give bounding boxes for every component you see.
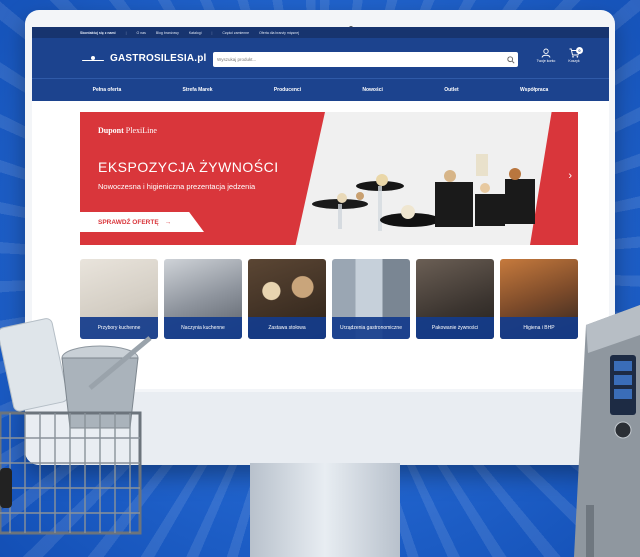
category-label: Urządzenia gastronomiczne xyxy=(332,317,410,339)
arrow-right-icon: → xyxy=(164,218,172,226)
category-tile-tableware[interactable]: Zastawa stołowa xyxy=(248,259,326,339)
category-label: Naczynia kuchenne xyxy=(164,317,242,339)
brand-plexiline: PlexiLine xyxy=(125,126,157,135)
shopping-basket-image xyxy=(0,318,152,535)
chevron-right-icon[interactable]: › xyxy=(568,170,572,182)
cart-count-badge: 0 xyxy=(576,47,583,54)
divider: | xyxy=(125,30,127,35)
cart-label: Koszyk xyxy=(568,59,580,63)
nav-item-new[interactable]: Nowości xyxy=(362,87,383,93)
banner-subtitle: Nowoczesna i higieniczna prezentacja jed… xyxy=(98,182,256,191)
search-input[interactable] xyxy=(213,56,504,63)
topbar-about-link[interactable]: O nas xyxy=(137,31,146,35)
divider: | xyxy=(211,30,213,35)
category-tile-packaging[interactable]: Pakowanie żywności xyxy=(416,259,494,339)
main-nav: Pełna oferta Strefa Marek Producenci Now… xyxy=(32,78,609,101)
category-label: Zastawa stołowa xyxy=(248,317,326,339)
cart-button[interactable]: 0 Koszyk xyxy=(560,47,588,63)
category-label: Pakowanie żywności xyxy=(416,317,494,339)
food-display-image xyxy=(312,154,535,231)
brand-dupont: Dupont xyxy=(98,126,124,135)
banner-brand: Dupont PlexiLine xyxy=(98,126,157,135)
topbar-meat-offer-link[interactable]: Oferta dla branży mięsnej xyxy=(259,31,299,35)
category-tile-appliances[interactable]: Urządzenia gastronomiczne xyxy=(332,259,410,339)
top-bar: Skontaktuj się z nami | O nas Blog branż… xyxy=(32,27,609,38)
account-label: Twoje konto xyxy=(536,59,556,63)
account-button[interactable]: Twoje konto xyxy=(532,48,560,63)
site-logo[interactable]: GASTROSILESIA.pl xyxy=(82,53,207,64)
category-tile-cookware[interactable]: Naczynia kuchenne xyxy=(164,259,242,339)
cta-label: SPRAWDŹ OFERTĘ xyxy=(98,218,159,226)
topbar-blog-link[interactable]: Blog branżowy xyxy=(156,31,179,35)
nav-item-producers[interactable]: Producenci xyxy=(274,87,301,93)
user-icon xyxy=(541,48,551,58)
nav-item-cooperation[interactable]: Współpraca xyxy=(520,87,548,93)
nav-item-outlet[interactable]: Outlet xyxy=(444,87,458,93)
topbar-parts-link[interactable]: Części zamienne xyxy=(222,31,249,35)
search-icon[interactable] xyxy=(504,52,518,67)
promo-banner[interactable]: Dupont PlexiLine EKSPOZYCJA ŻYWNOŚCI Now… xyxy=(80,112,578,245)
check-offer-button[interactable]: SPRAWDŹ OFERTĘ → xyxy=(80,212,204,232)
banner-title: EKSPOZYCJA ŻYWNOŚCI xyxy=(98,159,279,175)
topbar-contact-link[interactable]: Skontaktuj się z nami xyxy=(80,31,116,35)
combi-oven-image xyxy=(574,305,640,557)
search-bar xyxy=(213,52,518,67)
monitor-stand xyxy=(250,463,400,557)
site-header: GASTROSILESIA.pl Twoje konto 0 Koszyk xyxy=(32,38,609,78)
nav-item-brands[interactable]: Strefa Marek xyxy=(183,87,213,93)
brand-name: GASTROSILESIA.pl xyxy=(110,53,207,64)
topbar-catalogs-link[interactable]: Katalogi xyxy=(189,31,202,35)
logo-icon xyxy=(82,55,104,63)
nav-item-full-offer[interactable]: Pełna oferta xyxy=(93,87,122,93)
